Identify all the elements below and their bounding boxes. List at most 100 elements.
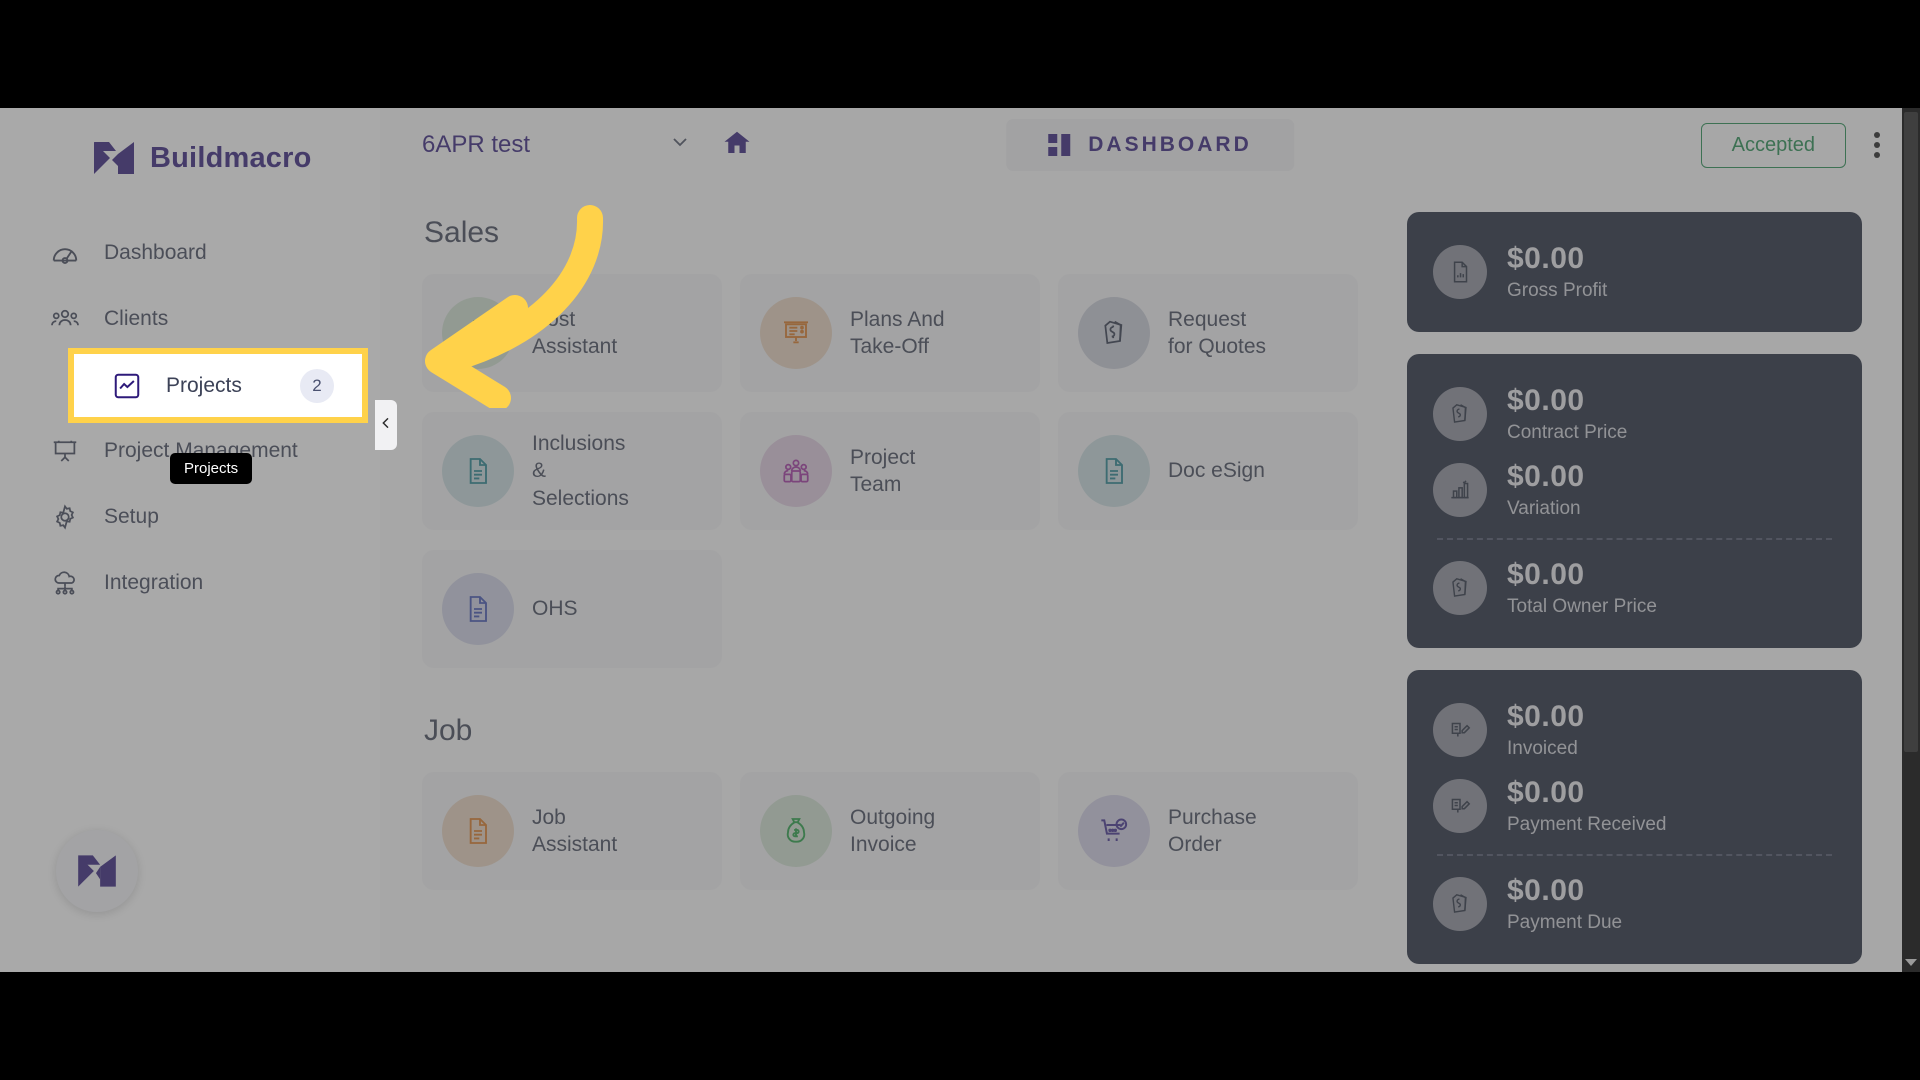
document-icon (442, 573, 514, 645)
cloud-network-icon (48, 566, 82, 600)
document-icon (442, 795, 514, 867)
summary-value: $0.00 (1507, 874, 1585, 907)
summary-label: Payment Received (1507, 814, 1667, 835)
status-badge[interactable]: Accepted (1700, 122, 1846, 168)
tile-request-for-quotes[interactable]: Request for Quotes (1058, 274, 1358, 392)
brand-name: Buildmacro (150, 141, 312, 174)
presentation-icon (760, 297, 832, 369)
sidebar-item-clients[interactable]: Clients (0, 286, 380, 352)
job-tile-grid: Job Assistant Outgoing Invoice Purchase … (422, 772, 1367, 890)
presentation-board-icon (48, 434, 82, 468)
dashboard-label: DASHBOARD (1088, 133, 1252, 156)
buildmacro-mark-icon (78, 855, 116, 887)
team-icon (760, 435, 832, 507)
divider (1437, 538, 1832, 540)
summary-label: Total Owner Price (1507, 596, 1657, 617)
brand: Buildmacro (0, 108, 380, 176)
screenshot-stage: Buildmacro Dashboard Clients Project Man… (0, 0, 1920, 1080)
tile-project-team[interactable]: Project Team (740, 412, 1040, 530)
invoice-edit-icon (1433, 779, 1487, 833)
summary-label: Gross Profit (1507, 280, 1608, 301)
tile-label: Cost Assistant (532, 307, 618, 358)
summary-card-payments: $0.00 Invoiced $0.00 Payment Received $0… (1407, 670, 1862, 964)
sidebar-item-dashboard[interactable]: Dashboard (0, 220, 380, 286)
price-tag-icon (1078, 297, 1150, 369)
gear-icon (48, 500, 82, 534)
scroll-down-arrow-icon[interactable] (1905, 959, 1917, 966)
tile-label: Purchase Order (1168, 805, 1257, 856)
speedometer-icon (48, 236, 82, 270)
tooltip-projects: Projects (170, 453, 253, 484)
summary-value: $0.00 (1507, 384, 1585, 417)
scrollbar-thumb[interactable] (1904, 112, 1918, 752)
tile-label: Inclusions & Selections (532, 432, 629, 510)
summary-card-gross-profit: $0.00 Gross Profit (1407, 212, 1862, 332)
document-icon (442, 435, 514, 507)
dashboard-content: Sales Cost Assistant Plans And Take-Off … (380, 182, 1920, 972)
summary-label: Variation (1507, 498, 1581, 519)
top-header: 6APR test DASHBOARD Accepted (380, 108, 1920, 182)
dashboard-tab[interactable]: DASHBOARD (1006, 119, 1294, 171)
sidebar-item-label: Projects (166, 373, 242, 397)
summary-label: Payment Due (1507, 912, 1623, 933)
tile-purchase-order[interactable]: Purchase Order (1058, 772, 1358, 890)
tile-label: Project Team (850, 445, 916, 496)
invoice-edit-icon (1433, 703, 1487, 757)
people-group-icon (48, 302, 82, 336)
summary-label: Contract Price (1507, 422, 1628, 443)
tile-doc-esign[interactable]: Doc eSign (1058, 412, 1358, 530)
divider (1437, 854, 1832, 856)
price-tag-icon (1433, 877, 1487, 931)
tile-outgoing-invoice[interactable]: Outgoing Invoice (740, 772, 1040, 890)
sidebar-item-label: Integration (104, 571, 204, 594)
tile-cost-assistant[interactable]: Cost Assistant (422, 274, 722, 392)
tile-label: Job Assistant (532, 805, 618, 856)
sidebar-collapse-button[interactable] (375, 400, 397, 450)
summary-label: Invoiced (1507, 738, 1578, 759)
summary-value: $0.00 (1507, 242, 1585, 275)
chevron-down-icon[interactable] (668, 130, 692, 160)
tile-label: Request for Quotes (1168, 307, 1267, 358)
summary-value: $0.00 (1507, 700, 1585, 733)
summary-row: $0.00 Payment Received (1433, 768, 1836, 844)
summary-value: $0.00 (1507, 776, 1585, 809)
chevron-left-icon (378, 415, 394, 436)
summary-row: $0.00 Total Owner Price (1433, 550, 1836, 626)
sidebar-item-projects-inner[interactable]: Projects 2 (74, 354, 362, 417)
kebab-menu-icon[interactable] (1868, 126, 1886, 164)
summary-card-contract: $0.00 Contract Price $0.00 Variation $0.… (1407, 354, 1862, 648)
sales-tile-grid: Cost Assistant Plans And Take-Off Reques… (422, 274, 1367, 668)
sidebar-item-projects[interactable]: Projects 2 (68, 348, 368, 423)
sidebar-item-badge: 2 (300, 368, 334, 403)
tile-label: Plans And Take-Off (850, 307, 945, 358)
price-tag-icon (1433, 387, 1487, 441)
sidebar-item-setup[interactable]: Setup (0, 484, 380, 550)
sidebar-item-label: Dashboard (104, 241, 207, 264)
vertical-scrollbar[interactable] (1902, 108, 1920, 972)
tile-ohs[interactable]: OHS (422, 550, 722, 668)
sidebar-item-label: Setup (104, 505, 159, 528)
section-title-job: Job (424, 714, 473, 747)
application-window: Buildmacro Dashboard Clients Project Man… (0, 108, 1920, 972)
tile-job-assistant[interactable]: Job Assistant (422, 772, 722, 890)
summary-value: $0.00 (1507, 460, 1585, 493)
tile-label: OHS (532, 597, 578, 621)
summary-row: $0.00 Gross Profit (1433, 234, 1836, 310)
tile-label: Doc eSign (1168, 459, 1265, 483)
main-area: 6APR test DASHBOARD Accepted Sales Cost … (380, 108, 1920, 972)
section-title-sales: Sales (424, 216, 500, 249)
summary-row: $0.00 Variation (1433, 452, 1836, 528)
home-icon[interactable] (722, 128, 752, 163)
tile-plans-and-take-off[interactable]: Plans And Take-Off (740, 274, 1040, 392)
summary-row: $0.00 Payment Due (1433, 866, 1836, 942)
sidebar-item-integration[interactable]: Integration (0, 550, 380, 616)
grid-icon (1048, 134, 1071, 156)
project-name: 6APR test (422, 131, 531, 158)
tile-label: Outgoing Invoice (850, 805, 936, 856)
money-bag-icon (442, 297, 514, 369)
tile-inclusions-and-selections[interactable]: Inclusions & Selections (422, 412, 722, 530)
cart-check-icon (1078, 795, 1150, 867)
avatar[interactable] (56, 830, 138, 912)
project-selector[interactable]: 6APR test (422, 130, 692, 160)
summary-column: $0.00 Gross Profit $0.00 Contract Price … (1407, 208, 1862, 972)
